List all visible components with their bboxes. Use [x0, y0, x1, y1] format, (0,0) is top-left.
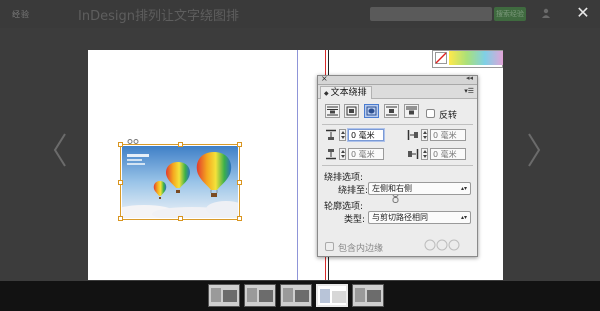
jump-to-next-column-button[interactable]: [404, 104, 419, 118]
tab-caret-icon: ◆: [324, 90, 329, 97]
thumbnail-preview: [211, 288, 221, 302]
include-inside-edges-label: 包含内边缘: [338, 244, 384, 254]
resize-handle[interactable]: [118, 180, 123, 185]
next-column-icon: [406, 106, 417, 115]
wrap-to-label: 绕排至:: [338, 186, 369, 196]
resize-handle[interactable]: [178, 142, 183, 147]
filmstrip: [0, 281, 600, 311]
contour-type-select[interactable]: 与剪切路径相同 ▴▾: [368, 211, 471, 224]
search-input[interactable]: [370, 7, 492, 21]
bottom-offset-stepper[interactable]: [339, 148, 346, 160]
thumbnail-preview: [223, 290, 237, 302]
brand-logo[interactable]: 经验: [12, 9, 30, 20]
wrap-options-heading: 绕排选项:: [324, 173, 364, 183]
text-wrap-panel: × ◂◂ ◆ 文本绕排 ▾☰ 反转 0 毫米 0 毫米 0 毫米 0 毫米 绕排…: [317, 74, 478, 257]
top-offset-field[interactable]: 0 毫米: [348, 129, 384, 141]
right-offset-icon: [408, 149, 419, 159]
thumbnail-preview: [332, 291, 346, 303]
right-offset-stepper[interactable]: [421, 148, 428, 160]
top-offset-stepper[interactable]: [339, 129, 346, 141]
no-wrap-icon: [327, 106, 338, 116]
thumbnail[interactable]: [280, 284, 312, 307]
contour-options-heading: 轮廓选项:: [324, 202, 364, 212]
bottom-offset-field[interactable]: 0 毫米: [348, 148, 384, 160]
no-wrap-button[interactable]: [325, 104, 340, 118]
resize-handle[interactable]: [237, 142, 242, 147]
collapse-icon[interactable]: ◂◂: [466, 74, 473, 82]
include-inside-edges-checkbox[interactable]: [325, 242, 334, 251]
resize-handle[interactable]: [237, 180, 242, 185]
thumbnail-preview: [320, 289, 330, 303]
image-frame[interactable]: [118, 142, 242, 221]
resize-handle[interactable]: [237, 216, 242, 221]
thumbnail-preview: [367, 290, 381, 302]
balloon-photo: [122, 146, 238, 218]
chevron-updown-icon: ▴▾: [460, 214, 467, 221]
tab-label: 文本绕排: [330, 88, 367, 98]
left-offset-icon: [407, 130, 418, 140]
thumbnail-preview: [259, 290, 273, 302]
wrap-to-value: 左侧和右侧: [372, 184, 412, 193]
left-offset-stepper[interactable]: [421, 129, 428, 141]
jump-object-icon: [386, 106, 397, 116]
wrap-bounding-box-button[interactable]: [344, 104, 359, 118]
thumbnail-preview: [247, 288, 257, 302]
thumbnail[interactable]: [244, 284, 276, 307]
jump-object-button[interactable]: [384, 104, 399, 118]
panel-menu-icon[interactable]: ▾☰: [464, 87, 474, 95]
contour-type-value: 与剪切路径相同: [372, 213, 428, 222]
bottom-offset-icon: [326, 149, 336, 160]
chevron-right-icon[interactable]: [524, 130, 544, 170]
watermark-logo: [424, 239, 460, 251]
chevron-left-icon[interactable]: [50, 130, 70, 170]
page-title: InDesign排列让文字绕图排: [78, 9, 239, 24]
viewer-header: 经验 InDesign排列让文字绕图排 搜索经验 ✕: [0, 0, 600, 28]
wrap-object-shape-button[interactable]: [364, 104, 379, 118]
resize-handle[interactable]: [178, 216, 183, 221]
divider: [322, 124, 473, 125]
invert-checkbox[interactable]: [426, 109, 435, 118]
thumbnail-preview: [295, 290, 309, 302]
main-image: × ◂◂ ◆ 文本绕排 ▾☰ 反转 0 毫米 0 毫米 0 毫米 0 毫米 绕排…: [88, 50, 503, 280]
thumbnail-preview: [355, 288, 365, 302]
object-shape-wrap-icon: [366, 106, 377, 116]
chevron-updown-icon: ▴▾: [460, 185, 467, 192]
bounding-box-wrap-icon: [346, 106, 357, 116]
thumbnail-preview: [283, 288, 293, 302]
resize-handle[interactable]: [118, 142, 123, 147]
column-guide: [297, 50, 298, 280]
none-swatch-icon: [435, 52, 447, 64]
panel-tab-row: ◆ 文本绕排 ▾☰: [318, 85, 477, 99]
right-offset-field[interactable]: 0 毫米: [430, 148, 466, 160]
close-icon[interactable]: ✕: [574, 4, 592, 22]
thumbnail[interactable]: [352, 284, 384, 307]
invert-label: 反转: [439, 111, 458, 121]
color-swatch: [432, 50, 503, 68]
left-offset-field[interactable]: 0 毫米: [430, 129, 466, 141]
contour-type-label: 类型:: [344, 215, 366, 225]
tab-text-wrap[interactable]: ◆ 文本绕排: [320, 86, 372, 99]
panel-titlebar[interactable]: × ◂◂: [318, 74, 477, 85]
color-gradient: [449, 51, 503, 65]
wrap-to-select[interactable]: 左侧和右侧 ▴▾: [368, 182, 471, 195]
thumbnail[interactable]: [208, 284, 240, 307]
search-button[interactable]: 搜索经验: [494, 7, 526, 21]
user-icon[interactable]: [541, 8, 551, 18]
resize-handle[interactable]: [118, 216, 123, 221]
thumbnail-active[interactable]: [316, 284, 348, 307]
divider: [322, 165, 473, 166]
top-offset-icon: [326, 129, 336, 140]
panel-close-icon[interactable]: ×: [321, 74, 328, 83]
